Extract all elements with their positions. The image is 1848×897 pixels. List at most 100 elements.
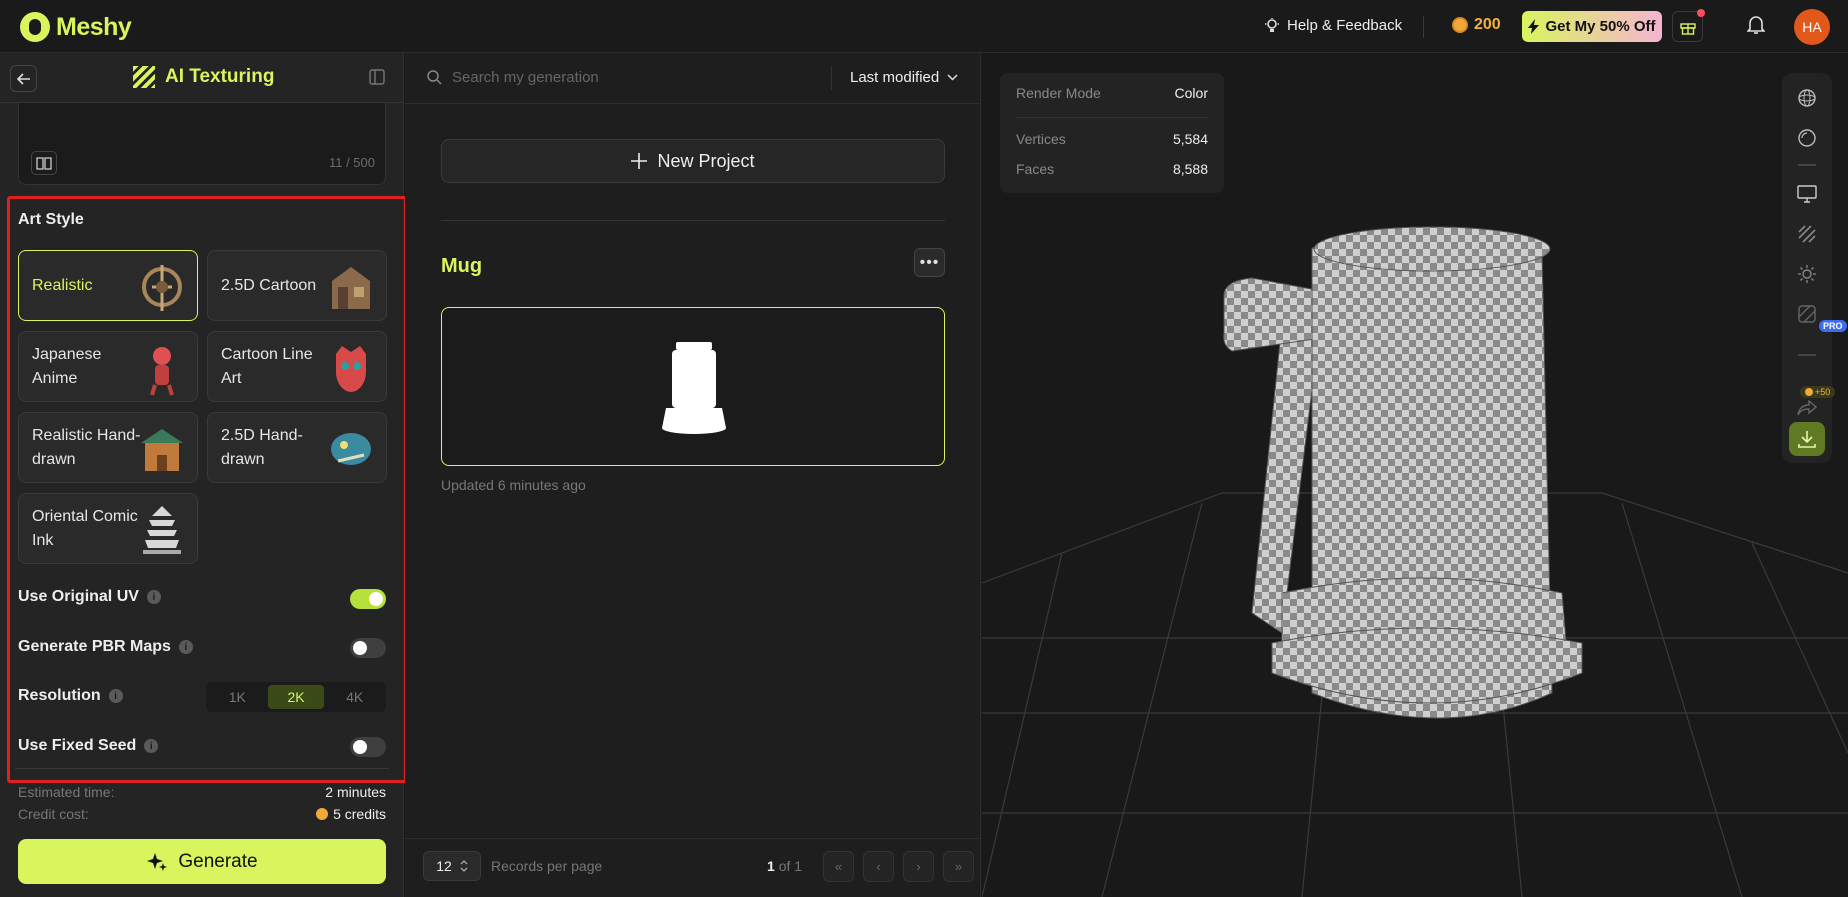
generation-list-panel: Search my generation Last modified New P… [405,53,981,897]
wireframe-sphere-button[interactable] [1797,88,1817,108]
divider [1798,354,1816,356]
credit-cost-value: 5 credits [333,806,386,822]
first-page-button[interactable]: « [823,851,854,882]
chevron-down-icon [947,74,958,81]
divider [405,103,981,104]
display-button[interactable] [1797,184,1817,204]
brand-logo[interactable]: Meshy [20,12,132,42]
more-options-button[interactable]: ••• [914,248,945,277]
sparkle-icon [147,852,168,871]
gift-button[interactable] [1672,9,1705,42]
panel-title: AI Texturing [133,66,274,88]
brand-name: Meshy [56,12,132,41]
estimated-time-value: 2 minutes [325,784,386,800]
gift-icon [1679,22,1696,35]
credit-cost-label: Credit cost: [18,806,89,822]
new-project-button[interactable]: New Project [441,139,945,183]
notification-dot [1697,9,1705,17]
page-total: of 1 [778,858,803,874]
arrow-left-icon [16,72,30,85]
page-info: 1 of 1 [767,858,802,874]
credits-value: 200 [1474,16,1501,33]
back-button[interactable] [10,65,37,92]
new-project-label: New Project [657,150,755,171]
pattern-icon [1798,305,1816,323]
pro-badge: PRO [1819,320,1847,332]
per-page-label: Records per page [491,858,603,874]
collapse-panel-button[interactable] [369,69,385,90]
solid-sphere-button[interactable] [1797,128,1817,148]
lighting-button[interactable] [1797,264,1817,284]
divider [1798,164,1816,166]
share-button[interactable] [1797,398,1817,418]
sun-icon [1798,265,1816,283]
notifications-button[interactable] [1746,15,1766,40]
offer-label: Get My 50% Off [1545,18,1656,35]
estimated-time-label: Estimated time: [18,784,115,800]
prompt-library-button[interactable] [31,151,57,175]
generate-button[interactable]: Generate [18,839,386,884]
stripes-icon [1798,225,1816,243]
share-bonus-badge: +50 [1800,386,1836,398]
per-page-select[interactable]: 12 [423,851,481,881]
download-button[interactable] [1789,422,1825,456]
updated-timestamp: Updated 6 minutes ago [441,477,586,493]
render-mode-row[interactable]: Render Mode Color [1016,73,1208,113]
model-stats-card: Render Mode Color Vertices 5,584 Faces 8… [1000,73,1224,193]
viewer-toolbar: PRO +50 [1782,73,1847,463]
project-title[interactable]: Mug [441,255,482,278]
prompt-textarea[interactable]: 11 / 500 [18,103,386,185]
sphere-icon [1798,129,1816,147]
last-page-button[interactable]: » [943,851,974,882]
bell-icon [1746,16,1766,34]
model-viewer[interactable]: Render Mode Color Vertices 5,584 Faces 8… [982,53,1848,897]
panel-header: AI Texturing [0,53,404,103]
top-bar: Meshy Help & Feedback 200 Get My 50% Off… [0,0,1848,53]
estimated-time-row: Estimated time: 2 minutes [18,784,386,800]
page-current: 1 [767,858,775,874]
plus-icon [631,153,648,169]
prompt-char-count: 11 / 500 [328,155,375,170]
faces-label: Faces [1016,161,1055,177]
pagination-footer: 12 Records per page 1 of 1 « ‹ › » [405,838,981,897]
render-mode-label: Render Mode [1016,85,1101,101]
project-card[interactable] [441,307,945,466]
prev-page-button[interactable]: ‹ [863,851,894,882]
divider [441,220,945,221]
search-bar[interactable]: Search my generation [427,69,599,86]
next-page-button[interactable]: › [903,851,934,882]
share-arrow-icon [1797,400,1817,416]
mug-silhouette-icon [662,342,726,434]
selection-highlight [7,196,407,783]
book-icon [36,157,52,170]
lightbulb-icon [1265,17,1279,32]
generate-label: Generate [178,850,258,872]
credit-cost-value-wrap: 5 credits [316,806,386,822]
vertices-value: 5,584 [1172,131,1208,147]
pro-feature-button[interactable] [1797,304,1817,324]
search-input[interactable]: Search my generation [452,69,599,86]
help-label: Help & Feedback [1287,17,1403,34]
credits-balance[interactable]: 200 [1452,16,1501,34]
mug-model [1223,226,1583,719]
faces-value: 8,588 [1172,161,1208,177]
divider [831,66,832,90]
user-avatar[interactable]: HA [1794,9,1830,45]
sidebar-toggle-icon [369,69,385,85]
download-icon [1798,431,1816,448]
lightning-icon [1528,19,1540,34]
texture-button[interactable] [1797,224,1817,244]
offer-button[interactable]: Get My 50% Off [1522,11,1662,42]
panel-title-text: AI Texturing [165,66,275,87]
vertices-row: Vertices 5,584 [1016,124,1208,154]
divider [1423,16,1424,38]
monitor-icon [1797,185,1817,203]
divider [1016,117,1208,118]
faces-row: Faces 8,588 [1016,154,1208,184]
coin-icon [1452,17,1468,33]
sort-dropdown[interactable]: Last modified [850,69,958,86]
search-icon [427,70,442,85]
help-feedback-button[interactable]: Help & Feedback [1265,17,1402,34]
credit-cost-row: Credit cost: 5 credits [18,806,386,822]
sort-label: Last modified [850,69,940,86]
